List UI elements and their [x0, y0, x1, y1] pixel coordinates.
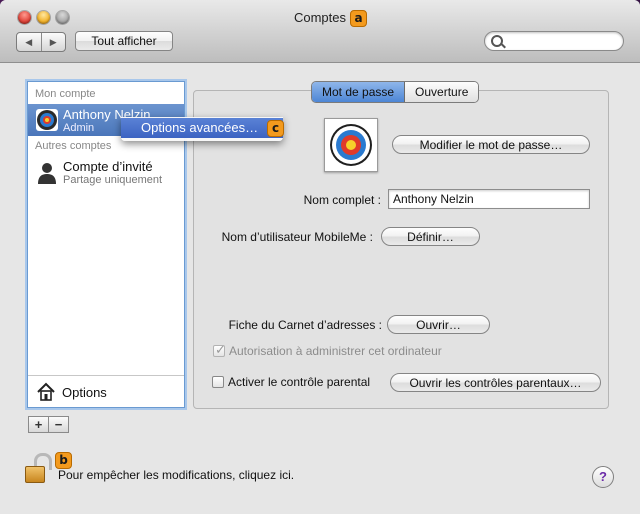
advanced-options-menu-item[interactable]: Options avancées…	[121, 118, 283, 138]
advanced-options-label: Options avancées…	[141, 120, 259, 135]
mobileme-label: Nom d’utilisateur MobileMe :	[221, 230, 373, 244]
login-options-row[interactable]: Options	[28, 375, 184, 408]
back-arrow-icon[interactable]: ◀	[17, 33, 42, 51]
admin-checkbox-label: Autorisation à administrer cet ordinateu…	[229, 344, 442, 358]
context-menu: Options avancées… c	[121, 117, 284, 141]
guest-silhouette-icon	[38, 163, 56, 184]
admin-checkbox[interactable]: ✓	[213, 342, 226, 357]
set-mobileme-button[interactable]: Définir…	[381, 227, 480, 246]
address-book-label: Fiche du Carnet d’adresses :	[228, 318, 382, 332]
account-role: Admin	[63, 122, 95, 134]
full-name-label: Nom complet :	[303, 193, 381, 207]
annotation-badge-b: b	[55, 452, 72, 469]
other-accounts-header: Autres comptes	[35, 140, 112, 152]
checkmark-icon: ✓	[215, 342, 226, 357]
my-account-header: Mon compte	[35, 88, 96, 100]
lock-hint-text: Pour empêcher les modifications, cliquez…	[58, 468, 295, 482]
title-bar: Comptes a ◀ ▶ Tout afficher	[0, 0, 640, 63]
lock-icon[interactable]	[20, 452, 52, 484]
account-tabs: Mot de passe Ouverture	[311, 81, 480, 103]
add-remove-buttons: + −	[28, 416, 69, 433]
search-icon	[491, 35, 503, 47]
annotation-badge-c: c	[267, 120, 284, 137]
window-title: Comptes	[0, 10, 640, 25]
full-name-field[interactable]: Anthony Nelzin	[388, 189, 590, 209]
parental-controls-label: Activer le contrôle parental	[228, 375, 371, 389]
remove-account-button[interactable]: −	[49, 417, 68, 432]
change-password-button[interactable]: Modifier le mot de passe…	[392, 135, 590, 154]
parental-controls-checkbox[interactable]	[212, 376, 224, 388]
help-button[interactable]: ?	[592, 466, 614, 488]
archery-target-picture-icon	[330, 124, 372, 166]
forward-arrow-icon[interactable]: ▶	[42, 33, 66, 51]
add-account-button[interactable]: +	[29, 417, 49, 432]
back-forward-buttons: ◀ ▶	[16, 32, 66, 52]
show-all-button[interactable]: Tout afficher	[75, 31, 173, 51]
options-label: Options	[62, 385, 107, 400]
account-row-guest[interactable]: Compte d’invité Partage uniquement	[28, 156, 184, 188]
search-input[interactable]	[484, 31, 624, 51]
guest-account-name: Compte d’invité	[63, 159, 153, 174]
house-icon	[37, 382, 55, 401]
guest-account-role: Partage uniquement	[63, 174, 163, 186]
window-title-text: Comptes	[293, 10, 347, 25]
archery-target-avatar-icon	[36, 109, 58, 131]
preferences-window: Comptes a ◀ ▶ Tout afficher Mon compte A…	[0, 0, 640, 514]
annotation-badge-a: a	[350, 10, 367, 27]
open-parental-controls-button[interactable]: Ouvrir les contrôles parentaux…	[390, 373, 601, 392]
tab-login-items[interactable]: Ouverture	[405, 82, 479, 102]
open-address-card-button[interactable]: Ouvrir…	[387, 315, 490, 334]
user-picture[interactable]	[324, 118, 378, 172]
accounts-content: Mon compte Anthony Nelzin Admin Autres c…	[0, 63, 640, 514]
tab-password[interactable]: Mot de passe	[312, 82, 406, 102]
